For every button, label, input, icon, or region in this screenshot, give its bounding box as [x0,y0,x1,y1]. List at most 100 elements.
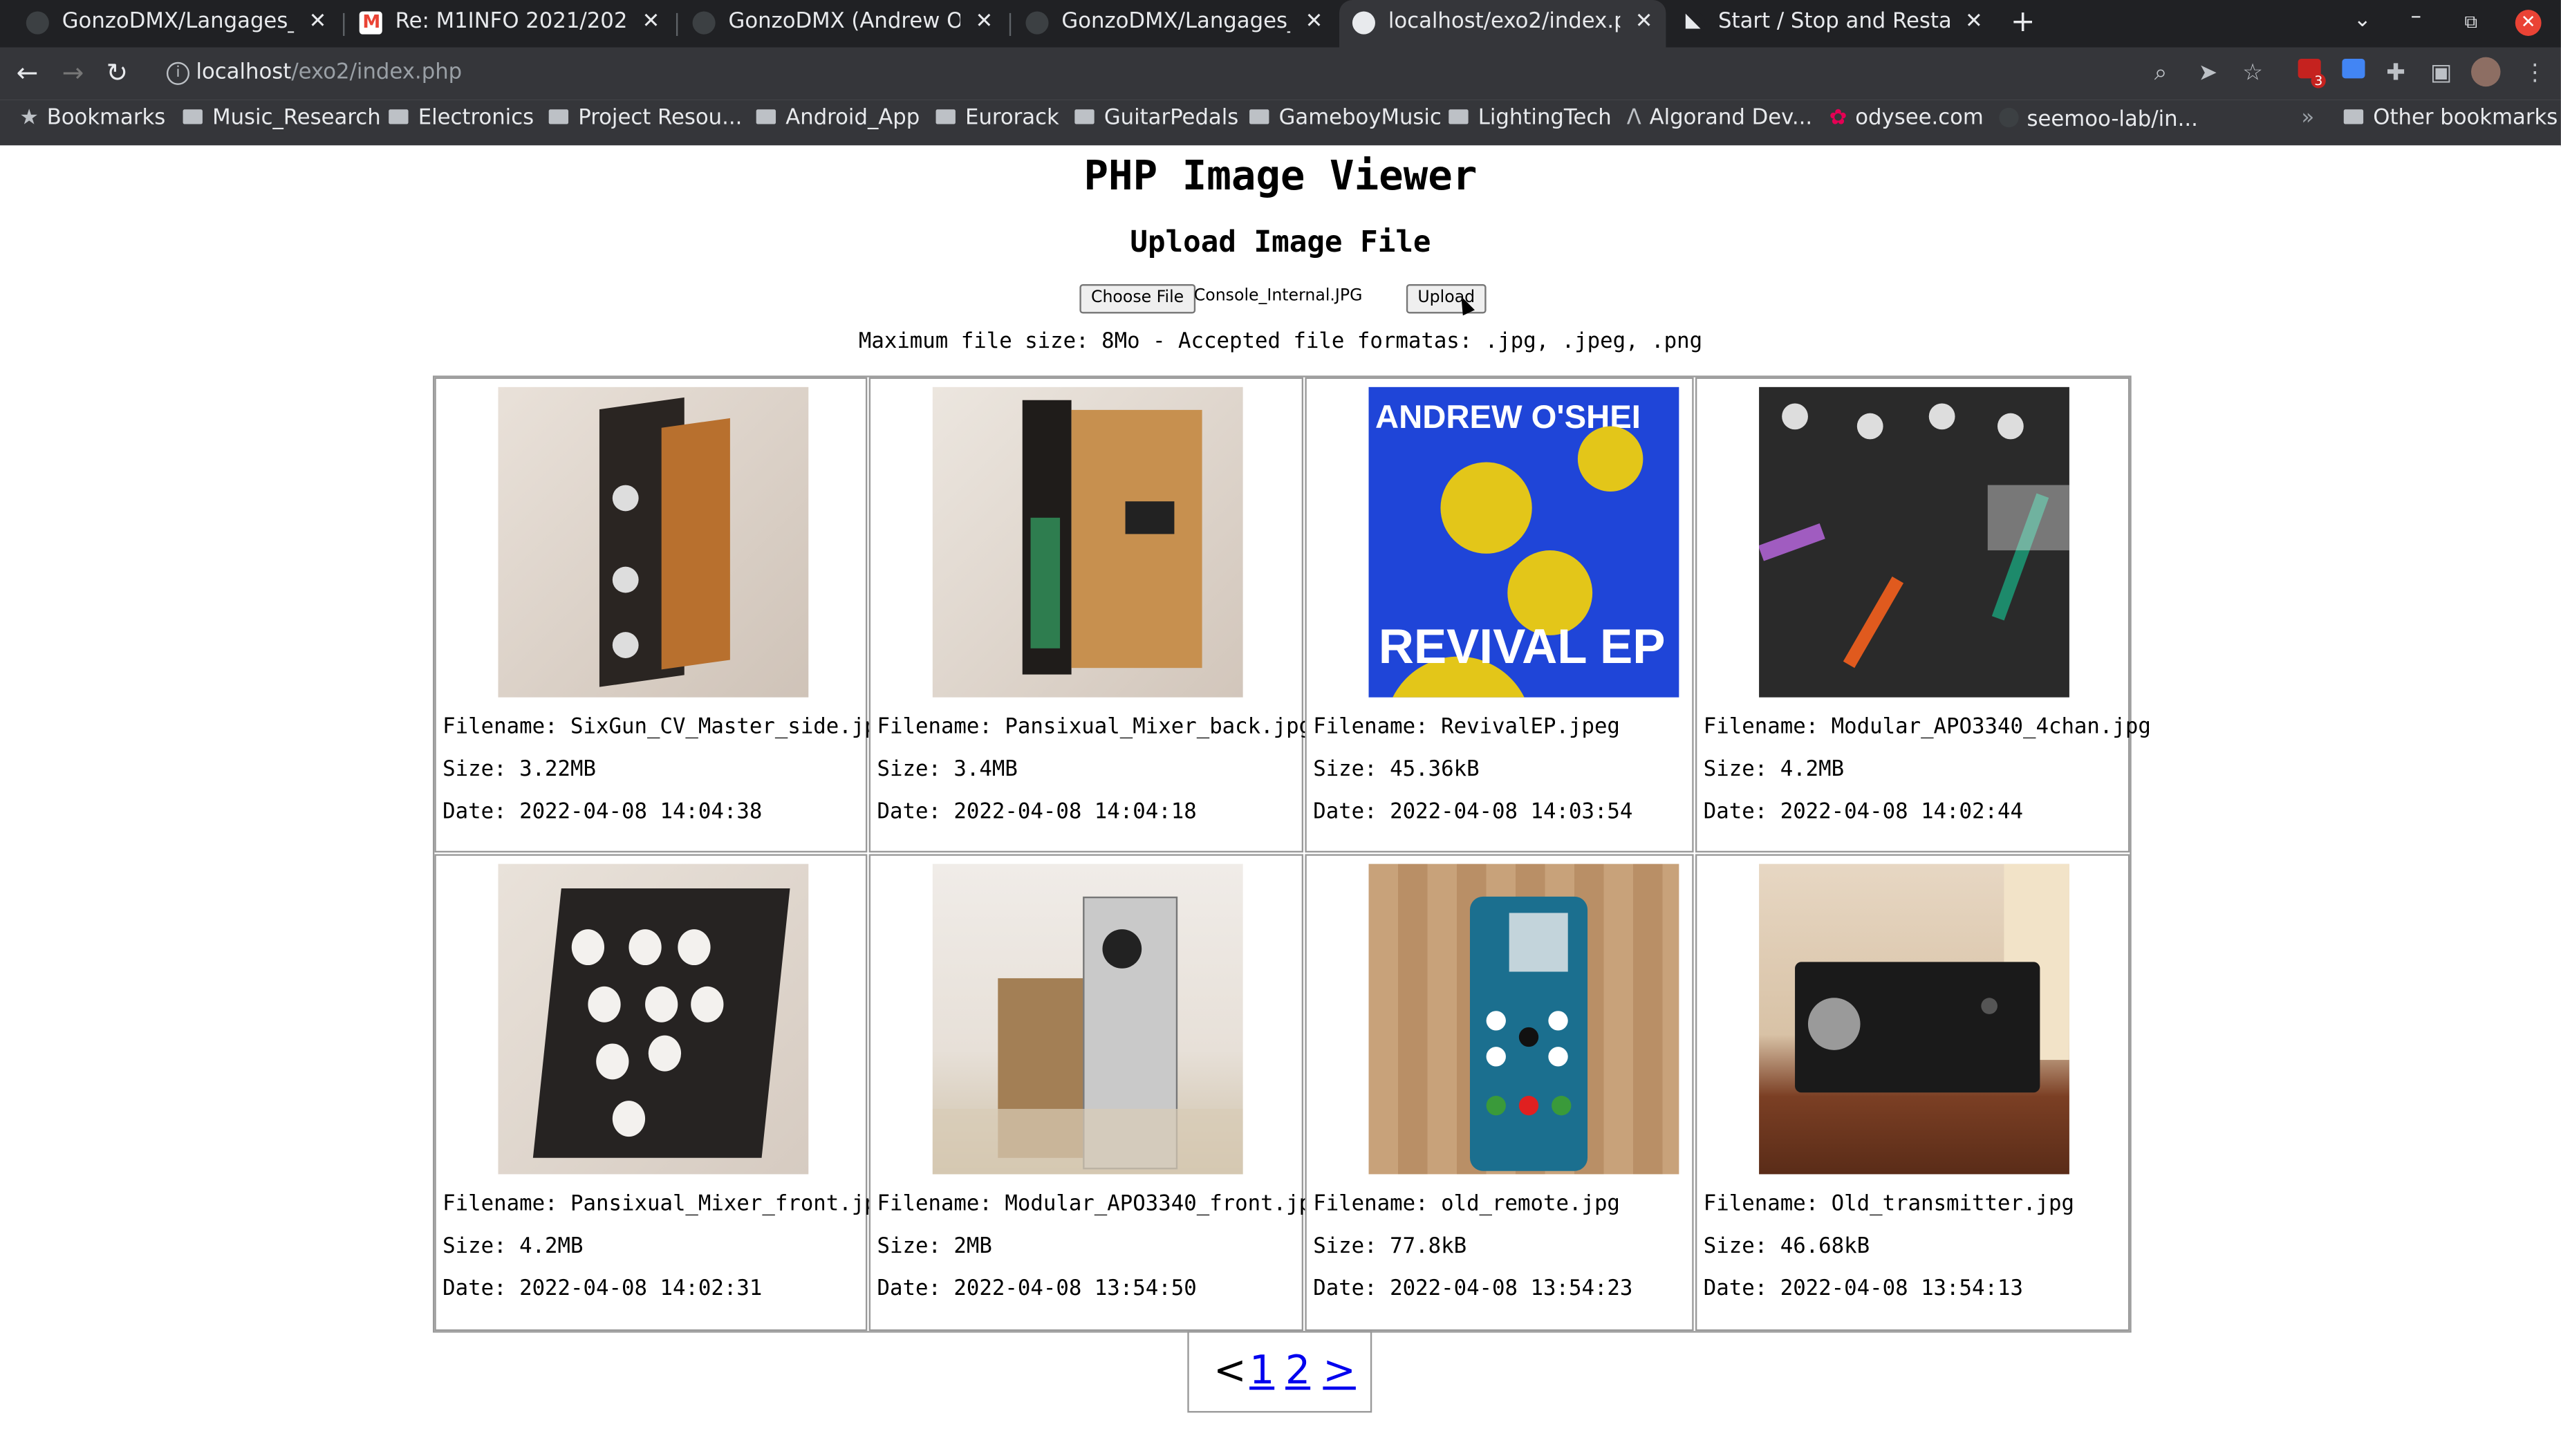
extensions-icon[interactable]: ✚ [2386,60,2405,86]
bookmark-electronics[interactable]: Electronics [389,106,534,131]
bookmark-lighting-tech[interactable]: LightingTech [1449,106,1612,131]
folder-icon [935,109,956,124]
window-close-icon[interactable]: ✕ [2515,10,2542,36]
image-card: Filename: SixGun_CV_Master_side.jpg Size… [434,377,890,853]
image-thumbnail[interactable] [1759,386,2069,698]
minimize-icon[interactable]: – [2411,5,2421,29]
image-thumbnail[interactable]: ANDREW O'SHEI REVIVAL EP [1368,386,1679,698]
image-filename: Filename: old_remote.jpg [1313,1192,1620,1217]
image-thumbnail[interactable] [498,864,809,1175]
close-icon[interactable]: ✕ [1635,10,1653,34]
bookmark-music-research[interactable]: Music_Research [183,106,381,131]
pager-next[interactable]: > [1323,1347,1356,1393]
github-icon [692,11,716,35]
close-icon[interactable]: ✕ [1305,10,1323,34]
image-filename: Filename: Old_transmitter.jpg [1703,1192,2074,1217]
image-size: Size: 46.68kB [1703,1234,1870,1260]
image-date: Date: 2022-04-08 14:04:18 [877,800,1197,825]
bookmark-project-resources[interactable]: Project Resou... [548,106,742,131]
send-icon[interactable]: ➤ [2199,60,2218,86]
translate-icon[interactable] [2342,59,2365,79]
image-size: Size: 77.8kB [1313,1234,1467,1260]
restore-icon[interactable]: ⧉ [2465,12,2478,35]
upload-heading: Upload Image File [1130,225,1431,260]
bookmark-odysee[interactable]: ✿ odysee.com [1829,106,1984,131]
sidepanel-icon[interactable]: ▣ [2430,60,2452,86]
image-date: Date: 2022-04-08 13:54:13 [1703,1277,2023,1302]
bookmark-guitar-pedals[interactable]: GuitarPedals [1074,106,1238,131]
bookmark-android-app[interactable]: Android_App [756,106,920,131]
image-grid: Filename: SixGun_CV_Master_side.jpg Size… [432,375,2151,1333]
tab-github-profile[interactable]: GonzoDMX (Andrew O'Sh ✕ [680,0,1006,48]
tab-gmail[interactable]: M Re: M1INFO 2021/2022 : C ✕ [346,0,673,48]
bookmark-other-bookmarks[interactable]: Other bookmarks [2343,106,2558,131]
image-thumbnail[interactable] [1759,864,2069,1175]
gmail-icon: M [359,11,382,35]
image-filename: Filename: RevivalEP.jpeg [1313,715,1620,740]
site-info-icon[interactable]: i [166,62,190,85]
odysee-icon: ✿ [1829,106,1847,131]
image-size: Size: 3.22MB [443,758,597,783]
bookmark-eurorack[interactable]: Eurorack [935,106,1059,131]
image-date: Date: 2022-04-08 14:03:54 [1313,800,1633,825]
image-card: Filename: Modular_APO3340_4chan.jpg Size… [1695,377,2151,853]
tab-strip: GonzoDMX/Langages_We ✕ M Re: M1INFO 2021… [0,0,2561,48]
image-filename: Filename: Pansixual_Mixer_back.jpg [877,715,1312,740]
folder-icon [1449,109,1469,124]
profile-avatar-icon[interactable] [2471,57,2501,87]
bookmark-algorand-dev[interactable]: Λ Algorand Dev... [1627,106,1812,131]
new-tab-button[interactable]: + [2011,5,2036,39]
image-thumbnail[interactable] [932,864,1243,1175]
folder-icon [1074,109,1095,124]
forward-icon[interactable]: → [62,57,84,88]
album-art-title: REVIVAL EP [1378,620,1666,675]
image-date: Date: 2022-04-08 14:04:38 [443,800,763,825]
url-path: /exo2/index.php [291,60,463,85]
bookmark-star-icon[interactable]: ☆ [2242,60,2263,86]
tab-title: localhost/exo2/index.php [1388,10,1620,35]
tab-search-icon[interactable]: ⌄ [2354,8,2372,32]
bookmark-bookmarks[interactable]: ★ Bookmarks [19,106,165,131]
close-icon[interactable]: ✕ [975,10,993,34]
tab-start-stop[interactable]: ◣ Start / Stop and Restart A ✕ [1669,0,1995,48]
image-filename: Filename: Modular_APO3340_front.jpg [877,1192,1325,1217]
page-title: PHP Image Viewer [1083,151,1478,200]
tab-localhost-active[interactable]: localhost/exo2/index.php ✕ [1339,0,1666,48]
upload-limits-text: Maximum file size: 8Mo - Accepted file f… [858,330,1703,355]
tab-title: GonzoDMX/Langages_We [1061,10,1290,35]
bookmark-seemoo-lab[interactable]: seemoo-lab/in... [1999,106,2198,132]
bookmarks-overflow-icon[interactable]: » [2301,106,2314,131]
image-filename: Filename: Pansixual_Mixer_front.jpg [443,1192,891,1217]
pagination: < 1 2 > [1187,1331,1372,1413]
back-icon[interactable]: ← [17,57,39,88]
tab-github-langages-1[interactable]: GonzoDMX/Langages_We ✕ [13,0,339,48]
close-icon[interactable]: ✕ [1965,10,1983,34]
toolbar: ← → ↻ i localhost/exo2/index.php ⌕ ➤ ☆ 3… [0,47,2561,100]
image-card: Filename: Pansixual_Mixer_back.jpg Size:… [868,377,1312,853]
pager-page-1[interactable]: 1 [1249,1347,1274,1393]
folder-icon [2343,109,2364,124]
image-thumbnail[interactable] [1368,864,1679,1175]
image-size: Size: 4.2MB [1703,758,1845,783]
image-size: Size: 2MB [877,1234,992,1260]
bookmark-gameboy-music[interactable]: GameboyMusic [1249,106,1442,131]
menu-icon[interactable]: ⋮ [2524,60,2546,86]
image-thumbnail[interactable] [932,386,1243,698]
close-icon[interactable]: ✕ [642,10,660,34]
tab-github-langages-2[interactable]: GonzoDMX/Langages_We ✕ [1013,0,1337,48]
choose-file-button[interactable]: Choose File [1079,284,1195,314]
address-bar[interactable]: i localhost/exo2/index.php [150,53,2273,95]
image-thumbnail[interactable] [498,386,809,698]
bookmarks-bar: ★ Bookmarks Music_Research Electronics Pr… [0,100,2561,147]
zoom-icon[interactable]: ⌕ [2154,60,2168,86]
reload-icon[interactable]: ↻ [106,57,129,88]
image-date: Date: 2022-04-08 14:02:44 [1703,800,2023,825]
pager-page-2[interactable]: 2 [1285,1347,1310,1393]
tab-title: GonzoDMX (Andrew O'Sh [728,10,960,35]
github-icon [26,11,49,35]
image-size: Size: 45.36kB [1313,758,1480,783]
image-date: Date: 2022-04-08 13:54:50 [877,1277,1197,1302]
image-card: Filename: Modular_APO3340_front.jpg Size… [868,854,1325,1332]
github-icon [1025,11,1049,35]
close-icon[interactable]: ✕ [309,10,327,34]
